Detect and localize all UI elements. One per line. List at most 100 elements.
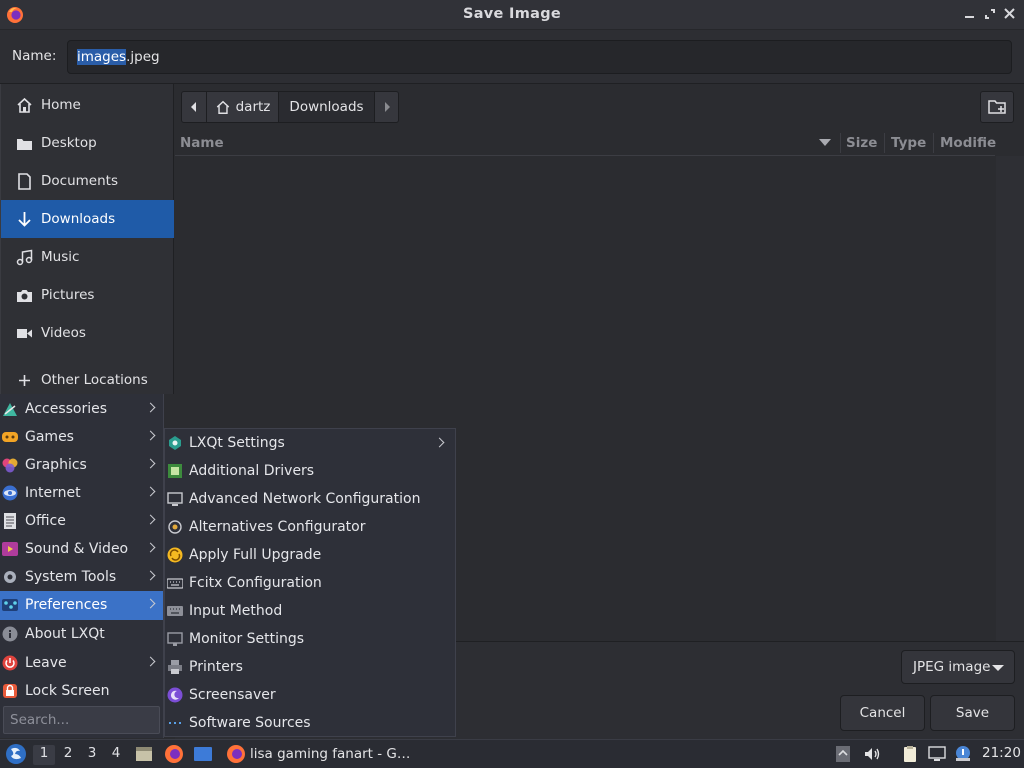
menu-item-about-lxqt[interactable]: About LXQt: [0, 620, 163, 648]
column-type[interactable]: Type: [891, 135, 926, 151]
workspace-4[interactable]: 4: [105, 745, 127, 765]
restore-icon[interactable]: [982, 6, 998, 22]
menu-search-box[interactable]: [3, 706, 160, 734]
sidebar-item-videos[interactable]: Videos: [1, 314, 174, 352]
document-icon: [18, 173, 31, 190]
file-list-scrollbar[interactable]: [996, 156, 1024, 644]
workspace-1[interactable]: 1: [33, 745, 55, 765]
submenu-item-label: LXQt Settings: [189, 435, 285, 451]
submenu-item-apply-full-upgrade[interactable]: Apply Full Upgrade: [165, 541, 455, 569]
file-type-dropdown[interactable]: JPEG image: [901, 650, 1015, 684]
office-icon: [4, 513, 16, 529]
sidebar-item-desktop[interactable]: Desktop: [1, 124, 174, 162]
menu-item-label: Preferences: [25, 597, 108, 613]
submenu-item-label: Printers: [189, 659, 243, 675]
menu-item-system-tools[interactable]: System Tools: [0, 563, 163, 591]
sidebar-item-pictures[interactable]: Pictures: [1, 276, 174, 314]
start-menu-icon[interactable]: [4, 742, 28, 766]
submenu-item-label: Input Method: [189, 603, 283, 619]
menu-item-games[interactable]: Games: [0, 423, 163, 451]
clipboard-icon[interactable]: [901, 745, 919, 763]
network-icon: [167, 492, 183, 506]
menu-item-office[interactable]: Office: [0, 507, 163, 535]
chevron-right-icon: [434, 437, 445, 448]
taskbar-task-firefox[interactable]: lisa gaming fanart - G…: [222, 741, 414, 767]
volume-icon[interactable]: [863, 745, 881, 763]
sidebar-item-home[interactable]: Home: [1, 86, 174, 124]
submenu-item-monitor-settings[interactable]: Monitor Settings: [165, 625, 455, 653]
lock-icon: [3, 684, 17, 698]
keyboard-icon: [167, 606, 183, 616]
sort-desc-icon[interactable]: [819, 139, 831, 147]
screensaver-icon: [167, 687, 183, 703]
submenu-item-additional-drivers[interactable]: Additional Drivers: [165, 457, 455, 485]
path-home-button[interactable]: dartz: [207, 91, 279, 123]
submenu-item-screensaver[interactable]: Screensaver: [165, 681, 455, 709]
submenu-item-input-method[interactable]: Input Method: [165, 597, 455, 625]
show-desktop-icon[interactable]: [193, 744, 213, 764]
column-modified[interactable]: Modifie: [940, 135, 996, 151]
software-sources-icon: [169, 722, 181, 724]
submenu-item-label: Apply Full Upgrade: [189, 547, 322, 563]
submenu-item-printers[interactable]: Printers: [165, 653, 455, 681]
clock[interactable]: 21:20: [982, 745, 1021, 761]
keyboard-icon: [167, 578, 183, 589]
places-sidebar: Home Desktop Documents Downloads Music P…: [0, 84, 174, 394]
submenu-item-label: Screensaver: [189, 687, 276, 703]
chevron-right-icon: [145, 656, 156, 667]
cancel-button[interactable]: Cancel: [840, 695, 925, 731]
taskbar: 1 2 3 4 lisa gaming fanart - G… 21:20: [0, 739, 1024, 768]
column-name[interactable]: Name: [180, 135, 224, 151]
menu-item-leave[interactable]: Leave: [0, 649, 163, 677]
accessories-icon: [3, 403, 17, 416]
workspace-2[interactable]: 2: [57, 745, 79, 765]
menu-item-graphics[interactable]: Graphics: [0, 451, 163, 479]
submenu-item-label: Additional Drivers: [189, 463, 315, 479]
sidebar-item-music[interactable]: Music: [1, 238, 174, 276]
submenu-item-lxqt-settings[interactable]: LXQt Settings: [165, 429, 455, 457]
menu-item-lock-screen[interactable]: Lock Screen: [0, 677, 163, 705]
sidebar-item-label: Home: [41, 97, 81, 113]
menu-item-internet[interactable]: Internet: [0, 479, 163, 507]
sidebar-item-label: Music: [41, 249, 80, 265]
firefox-icon: [227, 745, 245, 763]
path-back-button[interactable]: [181, 91, 207, 123]
update-notifier-icon[interactable]: [954, 745, 972, 763]
menu-item-accessories[interactable]: Accessories: [0, 395, 163, 423]
plus-icon: [19, 375, 30, 386]
file-manager-icon[interactable]: [134, 744, 154, 764]
power-icon: [2, 655, 18, 671]
file-type-label: JPEG image: [913, 659, 991, 675]
column-size[interactable]: Size: [846, 135, 877, 151]
chevron-right-icon: [145, 430, 156, 441]
info-icon: [2, 626, 18, 642]
submenu-item-alternatives[interactable]: Alternatives Configurator: [165, 513, 455, 541]
filename-input[interactable]: images.jpeg: [67, 40, 1012, 74]
menu-item-preferences[interactable]: Preferences: [0, 591, 163, 620]
menu-item-sound-video[interactable]: Sound & Video: [0, 535, 163, 563]
menu-search-input[interactable]: [4, 707, 159, 733]
path-current-button[interactable]: Downloads: [279, 91, 375, 123]
workspace-3[interactable]: 3: [81, 745, 103, 765]
sidebar-item-downloads[interactable]: Downloads: [1, 200, 174, 238]
printer-icon: [168, 660, 182, 674]
home-icon: [216, 100, 229, 114]
save-button[interactable]: Save: [930, 695, 1015, 731]
path-forward-button[interactable]: [375, 91, 399, 123]
submenu-item-fcitx-configuration[interactable]: Fcitx Configuration: [165, 569, 455, 597]
new-folder-button[interactable]: [980, 91, 1014, 123]
menu-item-label: Internet: [25, 485, 81, 501]
minimize-icon[interactable]: [962, 6, 978, 22]
sidebar-item-documents[interactable]: Documents: [1, 162, 174, 200]
submenu-item-advanced-network[interactable]: Advanced Network Configuration: [165, 485, 455, 513]
close-icon[interactable]: [1002, 6, 1018, 22]
tray-expand-icon[interactable]: [834, 745, 852, 763]
folder-icon: [17, 139, 32, 150]
chevron-right-icon: [145, 486, 156, 497]
submenu-item-software-sources[interactable]: Software Sources: [165, 709, 455, 737]
firefox-icon[interactable]: [164, 744, 184, 764]
chip-icon: [168, 464, 182, 478]
network-status-icon[interactable]: [928, 745, 946, 763]
chevron-right-icon: [145, 598, 156, 609]
menu-item-label: About LXQt: [25, 626, 105, 642]
